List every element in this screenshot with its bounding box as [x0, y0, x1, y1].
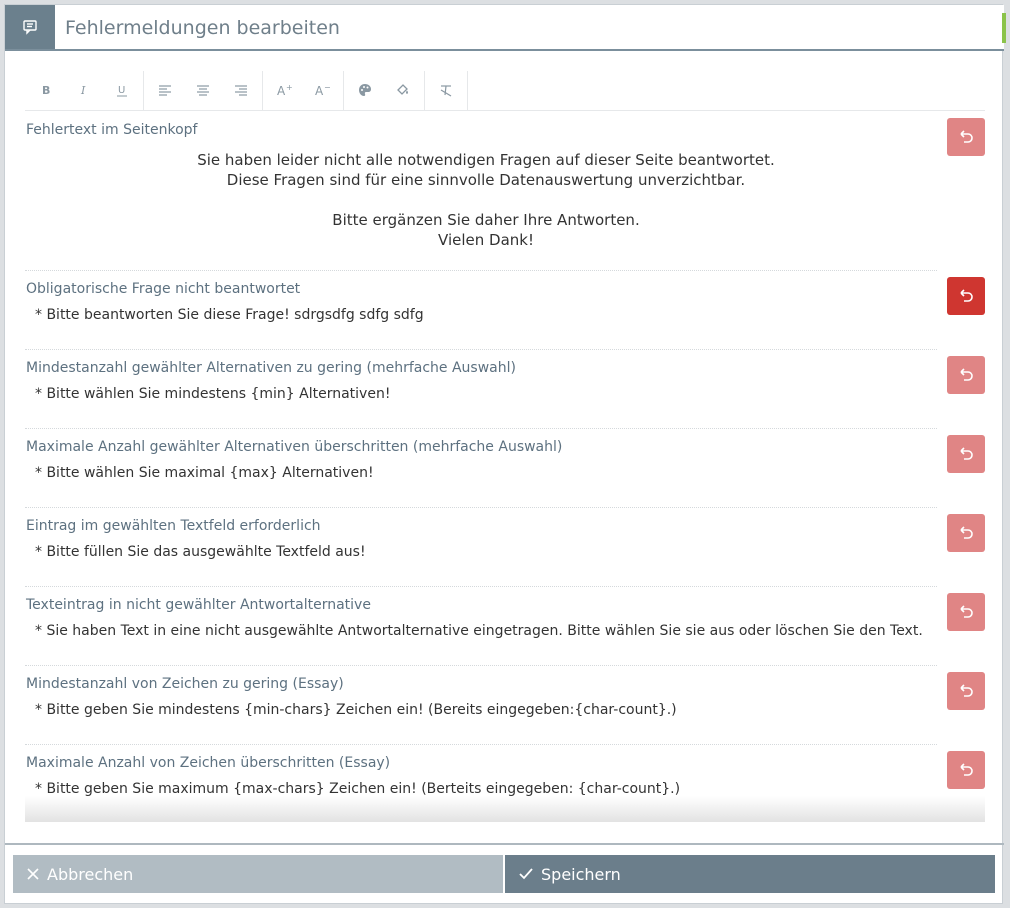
toolbar-group-align [144, 71, 263, 110]
align-right-icon[interactable] [222, 71, 260, 109]
text-line: Diese Fragen sind für eine sinnvolle Dat… [226, 171, 746, 189]
reset-button[interactable] [947, 118, 985, 156]
section-editor[interactable]: * Bitte wählen Sie mindestens {min} Alte… [25, 380, 937, 428]
edit-error-messages-dialog: Fehlermeldungen bearbeiten B I U A + A − F… [4, 4, 1006, 904]
undo-icon [960, 605, 973, 618]
italic-icon[interactable]: I [65, 71, 103, 109]
message-icon [5, 5, 55, 49]
undo-icon [960, 289, 973, 302]
toolbar-group-style: B I U [25, 71, 144, 110]
section-label: Mindestanzahl von Zeichen zu gering (Ess… [26, 676, 344, 692]
align-center-icon[interactable] [184, 71, 222, 109]
section-min-chars: Mindestanzahl von Zeichen zu gering (Ess… [25, 666, 985, 745]
font-size-decrease-icon[interactable]: A − [303, 71, 341, 109]
footer-divider [5, 843, 1004, 845]
section-editor[interactable]: * Bitte geben Sie mindestens {min-chars}… [25, 696, 937, 744]
svg-text:U: U [118, 85, 125, 96]
dialog-title: Fehlermeldungen bearbeiten [65, 17, 340, 39]
dialog-header: Fehlermeldungen bearbeiten [5, 5, 1004, 51]
section-editor[interactable]: * Bitte wählen Sie maximal {max} Alterna… [25, 459, 937, 507]
undo-icon [960, 684, 973, 697]
section-mandatory-question: Obligatorische Frage nicht beantwortet *… [25, 271, 985, 350]
section-editor[interactable]: * Sie haben Text in eine nicht ausgewähl… [25, 617, 937, 665]
editor-toolbar: B I U A + A − [25, 71, 985, 111]
align-left-icon[interactable] [146, 71, 184, 109]
section-editor[interactable]: * Bitte beantworten Sie diese Frage! sdr… [25, 301, 937, 349]
text-line [35, 190, 937, 210]
section-text-unselected: Texteintrag in nicht gewählter Antwortal… [25, 587, 985, 666]
underline-icon[interactable]: U [103, 71, 141, 109]
section-label: Texteintrag in nicht gewählter Antwortal… [26, 597, 371, 613]
section-label: Fehlertext im Seitenkopf [26, 122, 198, 138]
reset-button[interactable] [947, 514, 985, 552]
undo-icon [960, 368, 973, 381]
svg-text:B: B [42, 84, 50, 97]
cancel-button[interactable]: Abbrechen [13, 855, 503, 893]
reset-button[interactable] [947, 277, 985, 315]
section-min-alternatives: Mindestanzahl gewählter Alternativen zu … [25, 350, 985, 429]
svg-text:I: I [80, 84, 86, 97]
undo-icon [960, 130, 973, 143]
undo-icon [960, 447, 973, 460]
fill-color-icon[interactable] [384, 71, 422, 109]
section-editor[interactable]: Sie haben leider nicht alle notwendigen … [25, 142, 937, 270]
section-max-alternatives: Maximale Anzahl gewählter Alternativen ü… [25, 429, 985, 508]
undo-icon [960, 526, 973, 539]
palette-icon[interactable] [346, 71, 384, 109]
dialog-footer: Abbrechen Speichern [13, 855, 995, 893]
svg-text:−: − [324, 83, 330, 92]
section-label: Maximale Anzahl von Zeichen überschritte… [26, 755, 391, 771]
section-header-error: Fehlertext im Seitenkopf Sie haben leide… [25, 112, 985, 271]
error-messages-list[interactable]: Fehlertext im Seitenkopf Sie haben leide… [25, 112, 985, 822]
save-button[interactable]: Speichern [505, 855, 995, 893]
close-icon [27, 868, 39, 880]
reset-button[interactable] [947, 435, 985, 473]
scroll-fade [25, 796, 985, 822]
reset-button[interactable] [947, 672, 985, 710]
text-line: Bitte ergänzen Sie daher Ihre Antworten. [332, 211, 640, 229]
save-label: Speichern [541, 864, 621, 884]
svg-text:A: A [277, 84, 286, 98]
toolbar-group-size: A + A − [263, 71, 344, 110]
font-size-increase-icon[interactable]: A + [265, 71, 303, 109]
reset-button[interactable] [947, 751, 985, 789]
clear-format-icon[interactable] [427, 71, 465, 109]
text-line: Sie haben leider nicht alle notwendigen … [197, 151, 775, 169]
section-label: Obligatorische Frage nicht beantwortet [26, 281, 301, 297]
section-label: Eintrag im gewählten Textfeld erforderli… [26, 518, 321, 534]
toolbar-group-clear [425, 71, 468, 110]
text-line: Vielen Dank! [438, 231, 534, 249]
section-label: Mindestanzahl gewählter Alternativen zu … [26, 360, 516, 376]
svg-text:+: + [286, 83, 292, 92]
bold-icon[interactable]: B [27, 71, 65, 109]
check-icon [519, 868, 533, 880]
section-label: Maximale Anzahl gewählter Alternativen ü… [26, 439, 563, 455]
reset-button[interactable] [947, 593, 985, 631]
undo-icon [960, 763, 973, 776]
toolbar-group-color [344, 71, 425, 110]
cancel-label: Abbrechen [47, 864, 134, 884]
section-textfield-required: Eintrag im gewählten Textfeld erforderli… [25, 508, 985, 587]
reset-button[interactable] [947, 356, 985, 394]
edge-accent [1002, 13, 1006, 43]
section-editor[interactable]: * Bitte füllen Sie das ausgewählte Textf… [25, 538, 937, 586]
svg-text:A: A [315, 84, 324, 98]
